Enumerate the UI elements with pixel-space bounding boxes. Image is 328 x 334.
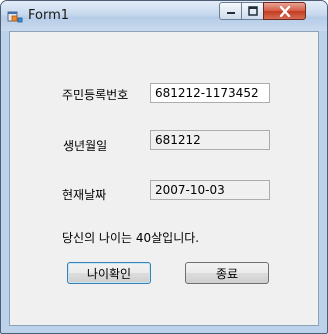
exit-button[interactable]: 종료 [185,262,269,284]
today-date-label: 현재날짜 [62,188,107,202]
form-client-area: 주민등록번호 681212-1173452 생년월일 681212 현재날짜 2… [9,31,319,326]
maximize-button[interactable] [241,2,264,20]
check-age-button[interactable]: 나이확인 [67,262,151,284]
minimize-icon [226,12,235,14]
birth-date-field[interactable]: 681212 [150,130,270,150]
form-app-icon [7,11,23,23]
maximize-icon [247,6,258,16]
ssn-input[interactable]: 681212-1173452 [150,83,270,103]
close-icon [279,5,290,17]
ssn-label: 주민등록번호 [62,88,129,102]
today-date-field[interactable]: 2007-10-03 [150,180,270,200]
birth-date-label: 생년월일 [63,139,108,153]
app-window: Form1 주민등록번호 681212-1173452 생년월일 681212 … [0,0,328,334]
age-result-text: 당신의 나이는 40살입니다. [62,231,200,245]
close-button[interactable] [263,2,306,20]
title-bar[interactable]: Form1 [1,1,327,31]
minimize-button[interactable] [219,2,242,20]
window-title: Form1 [28,8,70,23]
